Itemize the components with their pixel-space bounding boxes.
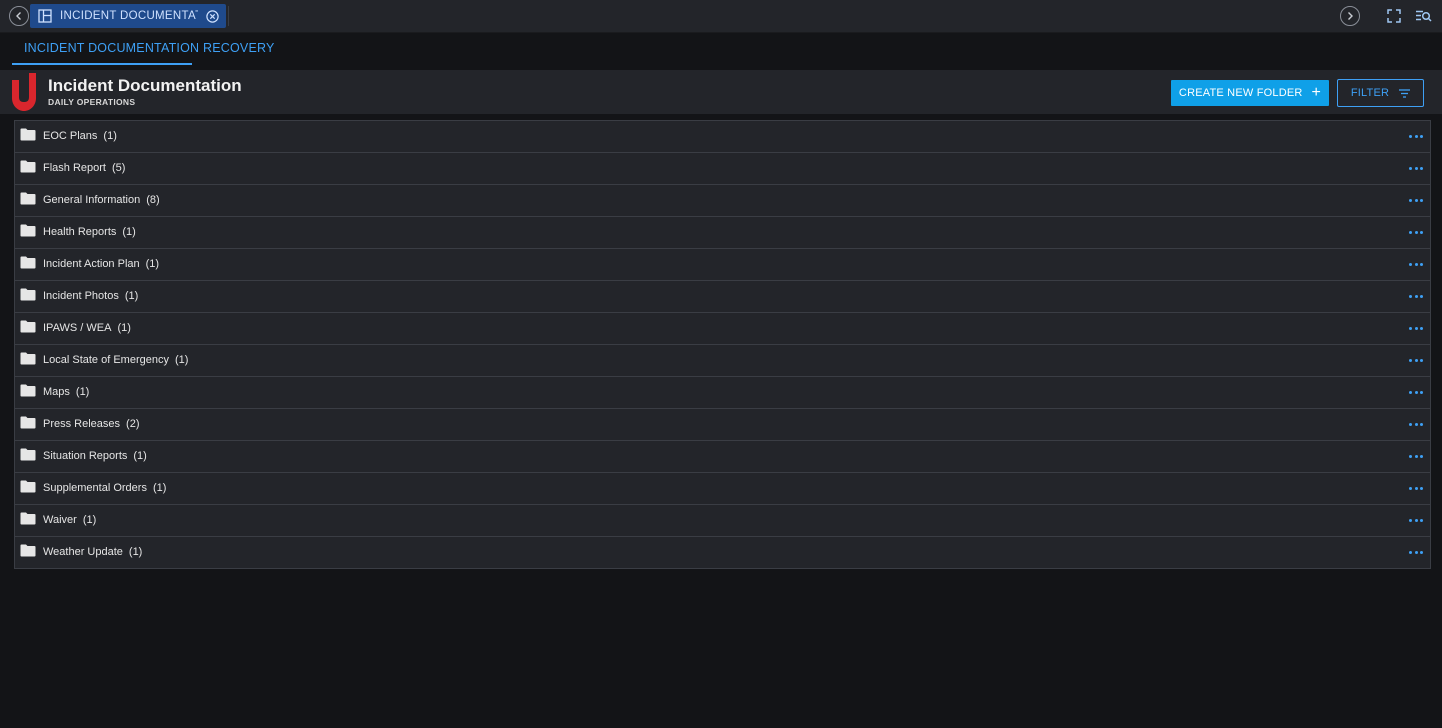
layout-icon [38, 9, 52, 23]
create-new-folder-button[interactable]: CREATE NEW FOLDER + [1171, 80, 1329, 106]
search-list-icon[interactable] [1415, 9, 1432, 23]
more-options-button[interactable] [1409, 323, 1423, 333]
filter-button[interactable]: FILTER [1337, 79, 1424, 107]
folder-count: (1) [75, 386, 90, 398]
folder-count: (1) [133, 450, 147, 462]
folder-count: (1) [122, 226, 136, 238]
folder-name[interactable]: Local State of Emergency (1) [43, 354, 188, 366]
folder-name[interactable]: General Information (8) [43, 194, 160, 206]
close-circle-icon[interactable] [206, 9, 219, 23]
folder-icon [20, 128, 36, 141]
folder-row[interactable]: Waiver (1) [15, 505, 1430, 537]
more-options-button[interactable] [1409, 259, 1423, 269]
back-button[interactable] [9, 6, 29, 26]
folder-row[interactable]: Weather Update (1) [15, 537, 1430, 568]
top-tab-bar: INCIDENT DOCUMENTATI... [0, 0, 1442, 33]
section-tabs: INCIDENT DOCUMENTATION RECOVERY [0, 33, 1442, 70]
more-options-button[interactable] [1409, 547, 1423, 557]
folder-icon [20, 160, 36, 173]
folder-row[interactable]: Incident Action Plan (1) [15, 249, 1430, 281]
chevron-right-icon [1348, 12, 1353, 20]
chevron-left-icon [16, 12, 21, 20]
folder-icon [20, 544, 36, 557]
more-options-button[interactable] [1409, 227, 1423, 237]
folder-name[interactable]: EOC Plans (1) [43, 130, 117, 142]
folder-row[interactable]: Supplemental Orders (1) [15, 473, 1430, 505]
folder-row[interactable]: Flash Report (5) [15, 153, 1430, 185]
tab-label: INCIDENT DOCUMENTATI... [60, 10, 198, 22]
more-options-button[interactable] [1409, 355, 1423, 365]
tab-incident-documentation[interactable]: INCIDENT DOCUMENTATI... [30, 4, 226, 28]
folder-icon [20, 512, 36, 525]
folder-row[interactable]: IPAWS / WEA (1) [15, 313, 1430, 345]
plus-icon: + [1311, 84, 1322, 101]
folder-count: (8) [146, 194, 160, 206]
folder-row[interactable]: EOC Plans (1) [15, 121, 1430, 153]
page-title: Incident Documentation [48, 76, 242, 95]
folder-icon [20, 448, 36, 461]
folder-count: (5) [111, 162, 126, 174]
create-button-label: CREATE NEW FOLDER [1178, 87, 1303, 99]
folder-name[interactable]: Incident Photos (1) [43, 290, 138, 302]
folder-row[interactable]: Local State of Emergency (1) [15, 345, 1430, 377]
folder-row[interactable]: Health Reports (1) [15, 217, 1430, 249]
folder-name[interactable]: Supplemental Orders (1) [43, 482, 166, 494]
more-options-button[interactable] [1409, 195, 1423, 205]
folder-icon [20, 256, 36, 269]
folder-count: (1) [103, 130, 117, 142]
folder-count: (1) [145, 258, 160, 270]
folder-icon [20, 480, 36, 493]
tab-separator [228, 6, 229, 26]
expand-icon[interactable] [1387, 9, 1401, 23]
folder-row[interactable]: General Information (8) [15, 185, 1430, 217]
page-header: Incident Documentation DAILY OPERATIONS … [0, 70, 1442, 114]
folder-icon [20, 320, 36, 333]
tab-incident-documentation-section[interactable]: INCIDENT DOCUMENTATION [24, 41, 199, 55]
folder-row[interactable]: Press Releases (2) [15, 409, 1430, 441]
folder-count: (1) [117, 322, 131, 334]
folder-icon [20, 416, 36, 429]
folder-count: (1) [124, 290, 139, 302]
folder-count: (1) [152, 482, 167, 494]
folder-icon [20, 384, 36, 397]
folder-icon [20, 352, 36, 365]
folder-name[interactable]: Weather Update (1) [43, 546, 142, 558]
more-options-button[interactable] [1409, 419, 1423, 429]
folder-row[interactable]: Maps (1) [15, 377, 1430, 409]
active-tab-indicator [12, 63, 192, 65]
page-subtitle: DAILY OPERATIONS [48, 97, 136, 107]
folder-list: EOC Plans (1) Flash Report (5) General Inf… [14, 120, 1431, 569]
folder-name[interactable]: Press Releases (2) [43, 418, 140, 430]
more-options-button[interactable] [1409, 451, 1423, 461]
folder-count: (1) [82, 514, 97, 526]
folder-icon [20, 192, 36, 205]
folder-name[interactable]: IPAWS / WEA (1) [43, 322, 131, 334]
folder-icon [20, 224, 36, 237]
folder-name[interactable]: Waiver (1) [43, 514, 96, 526]
more-options-button[interactable] [1409, 163, 1423, 173]
more-options-button[interactable] [1409, 291, 1423, 301]
forward-button[interactable] [1340, 6, 1360, 26]
folder-count: (2) [126, 418, 140, 430]
more-options-button[interactable] [1409, 387, 1423, 397]
folder-name[interactable]: Flash Report (5) [43, 162, 125, 174]
more-options-button[interactable] [1409, 483, 1423, 493]
folder-count: (1) [174, 354, 189, 366]
folder-name[interactable]: Health Reports (1) [43, 226, 136, 238]
folder-row[interactable]: Incident Photos (1) [15, 281, 1430, 313]
filter-button-label: FILTER [1350, 87, 1390, 99]
folder-row[interactable]: Situation Reports (1) [15, 441, 1430, 473]
tab-recovery[interactable]: RECOVERY [203, 41, 275, 55]
filter-icon [1399, 88, 1411, 98]
folder-name[interactable]: Maps (1) [43, 386, 89, 398]
brand-logo-icon [12, 73, 36, 111]
more-options-button[interactable] [1409, 131, 1423, 141]
folder-icon [20, 288, 36, 301]
folder-name[interactable]: Situation Reports (1) [43, 450, 147, 462]
more-options-button[interactable] [1409, 515, 1423, 525]
folder-count: (1) [128, 546, 143, 558]
folder-name[interactable]: Incident Action Plan (1) [43, 258, 159, 270]
